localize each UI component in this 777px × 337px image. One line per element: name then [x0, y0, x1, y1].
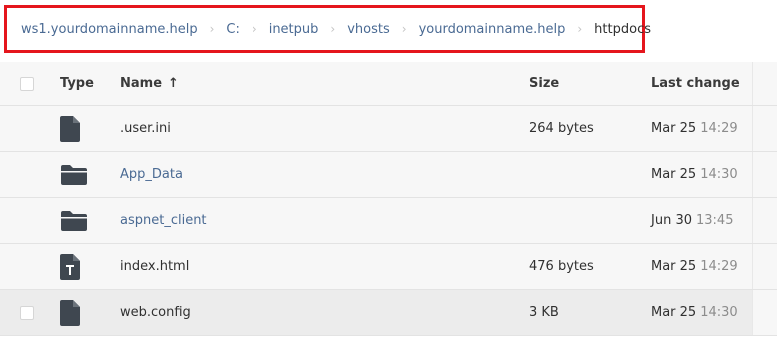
column-edge [752, 62, 777, 105]
table-row[interactable]: web.config 3 KB Mar 25 14:30 [0, 290, 777, 336]
select-all-checkbox[interactable] [20, 76, 34, 91]
column-edge [752, 198, 777, 243]
file-table: Type Name ↑ Size Last change .user.ini 26… [0, 62, 777, 336]
file-name-cell[interactable]: aspnet_client [120, 198, 207, 243]
name-column-header[interactable]: Name ↑ [120, 62, 179, 105]
last-change-date: Mar 25 [651, 167, 697, 182]
breadcrumb-separator-icon: › [401, 22, 407, 36]
column-edge [752, 290, 777, 335]
file-name-cell[interactable]: App_Data [120, 152, 183, 197]
last-change-header-label: Last change [651, 76, 740, 91]
name-header-label: Name [120, 76, 163, 91]
table-row[interactable]: App_Data Mar 25 14:30 [0, 152, 777, 198]
file-name: web.config [120, 305, 191, 320]
type-column-header[interactable]: Type [60, 62, 94, 105]
breadcrumb: ws1.yourdomainname.help › C: › inetpub › vhost… [4, 5, 651, 53]
file-size: 264 bytes [529, 121, 594, 136]
breadcrumb-link[interactable]: yourdomainname.help [419, 22, 566, 37]
file-icon [60, 290, 90, 335]
table-header: Type Name ↑ Size Last change [0, 62, 777, 106]
file-size-cell: 3 KB [529, 290, 559, 335]
breadcrumb-separator-icon: › [251, 22, 257, 36]
last-change-date: Jun 30 [651, 213, 692, 228]
file-name: .user.ini [120, 121, 171, 136]
breadcrumb-link[interactable]: C: [226, 22, 239, 37]
column-edge [752, 152, 777, 197]
row-checkbox-cell[interactable] [20, 152, 36, 197]
folder-icon [60, 152, 90, 197]
breadcrumb-separator-icon: › [577, 22, 583, 36]
row-checkbox-cell[interactable] [20, 106, 36, 151]
column-edge [752, 244, 777, 289]
table-row[interactable]: .user.ini 264 bytes Mar 25 14:29 [0, 106, 777, 152]
row-checkbox[interactable] [20, 305, 34, 320]
column-edge [752, 106, 777, 151]
sort-ascending-icon: ↑ [168, 76, 179, 91]
breadcrumb-link[interactable]: inetpub [269, 22, 319, 37]
type-header-label: Type [60, 76, 94, 91]
last-change-time: 13:45 [696, 213, 734, 228]
folder-icon [60, 198, 90, 243]
size-column-header[interactable]: Size [529, 62, 559, 105]
folder-link[interactable]: aspnet_client [120, 213, 207, 228]
last-change-date: Mar 25 [651, 305, 697, 320]
file-size: 3 KB [529, 305, 559, 320]
table-body: .user.ini 264 bytes Mar 25 14:29 App_Data Mar… [0, 106, 777, 336]
select-all-checkbox-cell[interactable] [20, 62, 36, 105]
text-file-icon [60, 244, 90, 289]
last-change-time: 14:29 [700, 121, 738, 136]
last-change-column-header[interactable]: Last change [651, 62, 740, 105]
breadcrumb-link[interactable]: ws1.yourdomainname.help [21, 22, 198, 37]
file-size-cell: 264 bytes [529, 106, 594, 151]
table-row[interactable]: index.html 476 bytes Mar 25 14:29 [0, 244, 777, 290]
row-checkbox-cell[interactable] [20, 198, 36, 243]
last-change-cell: Jun 30 13:45 [651, 198, 733, 243]
breadcrumb-separator-icon: › [209, 22, 215, 36]
row-checkbox-cell[interactable] [20, 244, 36, 289]
folder-link[interactable]: App_Data [120, 167, 183, 182]
last-change-cell: Mar 25 14:30 [651, 290, 738, 335]
row-checkbox-cell[interactable] [20, 290, 36, 335]
last-change-date: Mar 25 [651, 121, 697, 136]
file-size-cell: 476 bytes [529, 244, 594, 289]
breadcrumb-separator-icon: › [330, 22, 336, 36]
last-change-cell: Mar 25 14:29 [651, 106, 738, 151]
file-name: index.html [120, 259, 190, 274]
size-header-label: Size [529, 76, 560, 91]
last-change-cell: Mar 25 14:29 [651, 244, 738, 289]
file-name-cell: index.html [120, 244, 189, 289]
breadcrumb-link[interactable]: vhosts [347, 22, 390, 37]
last-change-cell: Mar 25 14:30 [651, 152, 738, 197]
file-name-cell: .user.ini [120, 106, 171, 151]
table-row[interactable]: aspnet_client Jun 30 13:45 [0, 198, 777, 244]
last-change-time: 14:30 [700, 305, 738, 320]
last-change-time: 14:30 [700, 167, 738, 182]
last-change-time: 14:29 [700, 259, 738, 274]
last-change-date: Mar 25 [651, 259, 697, 274]
file-size: 476 bytes [529, 259, 594, 274]
file-name-cell: web.config [120, 290, 191, 335]
breadcrumb-current: httpdocs [594, 21, 651, 37]
file-icon [60, 106, 90, 151]
